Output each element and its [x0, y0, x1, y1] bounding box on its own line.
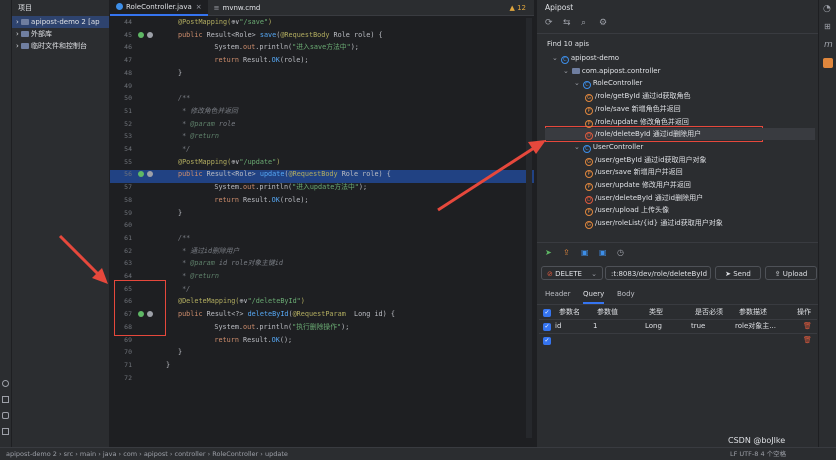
status-right[interactable]: LF UTF-8 4 个空格 [730, 448, 786, 460]
arrow-left [58, 234, 102, 278]
annotation-arrows [58, 140, 546, 284]
arrow-right [437, 146, 535, 212]
watermark: CSDN @boJlke [728, 436, 786, 445]
breadcrumb[interactable]: apipost-demo 2 › src › main › java › com… [6, 448, 288, 460]
status-bar: apipost-demo 2 › src › main › java › com… [0, 447, 836, 460]
